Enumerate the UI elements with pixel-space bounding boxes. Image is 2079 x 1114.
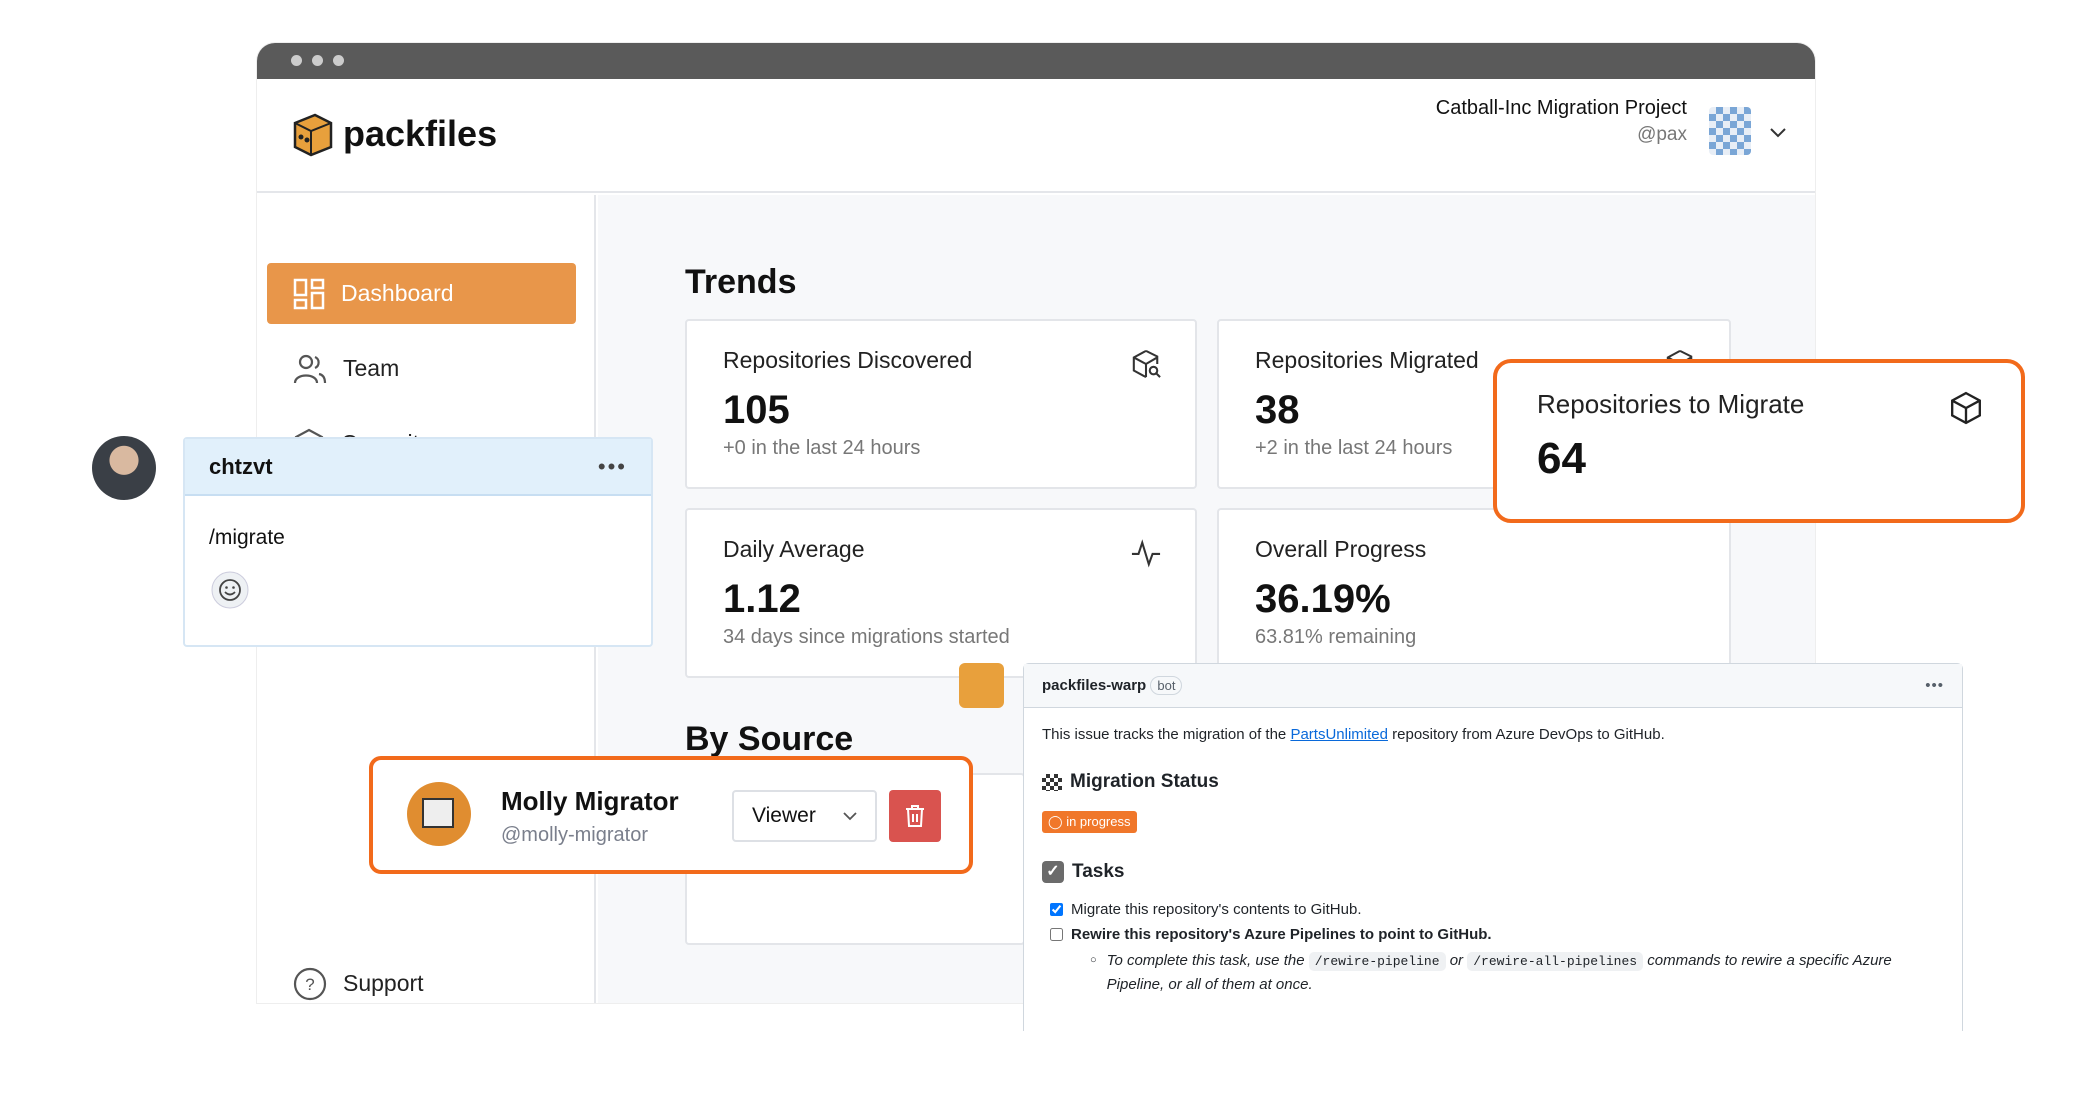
bot-avatar[interactable] — [959, 663, 1004, 708]
window-dot[interactable] — [333, 55, 344, 66]
project-name: Catball-Inc Migration Project — [1435, 97, 1687, 119]
team-icon — [293, 354, 327, 383]
note-text: or — [1445, 952, 1468, 969]
stat-card-discovered: Repositories Discovered 105 +0 in the la… — [685, 319, 1197, 489]
card-value: 1.12 — [723, 577, 801, 621]
command-code: /rewire-all-pipelines — [1467, 952, 1644, 971]
chat-message-text: /migrate — [209, 526, 285, 549]
activity-icon — [1131, 539, 1161, 568]
status-heading: Migration Status — [1042, 771, 1944, 793]
intro-text: repository from Azure DevOps to GitHub. — [1387, 726, 1665, 743]
chat-username[interactable]: chtzvt — [209, 454, 273, 480]
window-titlebar — [257, 43, 1815, 79]
app-header: packfiles Catball-Inc Migration Project … — [257, 79, 1815, 193]
note-text: To complete this task, use the — [1106, 952, 1309, 969]
task-item: Migrate this repository's contents to Gi… — [1050, 901, 1944, 918]
delete-member-button[interactable] — [889, 790, 941, 842]
task-list: Migrate this repository's contents to Gi… — [1042, 901, 1944, 996]
intro-text: This issue tracks the migration of the — [1042, 726, 1291, 743]
card-value: 64 — [1537, 434, 1586, 483]
task-item: Rewire this repository's Azure Pipelines… — [1050, 926, 1944, 943]
card-title: Daily Average — [723, 536, 865, 562]
member-name: Molly Migrator — [501, 786, 679, 816]
card-subtext: 34 days since migrations started — [723, 626, 1010, 648]
comment-author[interactable]: packfiles-warp — [1042, 677, 1146, 694]
stat-card-to-migrate: Repositories to Migrate 64 — [1493, 359, 2025, 523]
task-note: ○ To complete this task, use the /rewire-… — [1090, 952, 1892, 993]
tasks-heading-text: Tasks — [1072, 861, 1125, 882]
checkered-flag-icon — [1042, 773, 1062, 791]
brand-name: packfiles — [343, 113, 498, 154]
trends-heading: Trends — [685, 263, 797, 301]
role-value: Viewer — [752, 804, 816, 827]
avatar[interactable] — [1709, 107, 1751, 155]
chat-message: chtzvt ••• /migrate — [183, 437, 653, 647]
logo[interactable]: packfiles — [287, 109, 497, 159]
card-subtext: +0 in the last 24 hours — [723, 437, 921, 459]
more-options-icon[interactable]: ••• — [598, 454, 627, 480]
bot-comment: packfiles-warp bot ••• This issue tracks… — [1023, 663, 1963, 1031]
status-badge-text: in progress — [1066, 814, 1131, 829]
github-icon: ◯ — [1048, 814, 1063, 829]
sidebar-item-team[interactable]: Team — [267, 338, 576, 399]
status-heading-text: Migration Status — [1070, 771, 1219, 792]
check-box-icon: ✓ — [1042, 861, 1064, 883]
stat-card-daily-average: Daily Average 1.12 34 days since migrati… — [685, 508, 1197, 678]
help-icon: ? — [293, 967, 327, 1000]
repository-link[interactable]: PartsUnlimited — [1290, 726, 1388, 743]
chevron-down-icon[interactable] — [1769, 127, 1787, 139]
member-handle: @molly-migrator — [501, 824, 648, 846]
card-value: 36.19% — [1255, 577, 1391, 621]
card-value: 105 — [723, 388, 790, 432]
member-avatar — [407, 782, 471, 846]
window-dot[interactable] — [312, 55, 323, 66]
box-icon — [1951, 391, 1981, 425]
task-checkbox[interactable] — [1050, 903, 1063, 916]
card-subtext: 63.81% remaining — [1255, 626, 1417, 648]
dashboard-icon — [293, 278, 325, 309]
packfiles-logo-icon — [293, 113, 333, 157]
task-label: Rewire this repository's Azure Pipelines… — [1071, 926, 1492, 943]
chevron-down-icon — [843, 811, 857, 820]
status-badge: ◯ in progress — [1042, 811, 1137, 833]
user-avatar[interactable] — [92, 436, 156, 500]
stat-card-overall-progress: Overall Progress 36.19% 63.81% remaining — [1217, 508, 1731, 678]
sidebar-item-label: Dashboard — [341, 280, 454, 306]
task-label: Migrate this repository's contents to Gi… — [1071, 901, 1362, 918]
project-info[interactable]: Catball-Inc Migration Project @pax — [1436, 97, 1687, 146]
sidebar-item-support[interactable]: ? Support — [267, 953, 576, 1003]
by-source-heading: By Source — [685, 720, 854, 758]
sidebar-item-label: Support — [343, 970, 424, 996]
user-handle: @pax — [1637, 124, 1687, 145]
sidebar-item-label: Team — [343, 355, 400, 381]
trash-icon — [906, 805, 924, 827]
card-title: Repositories Discovered — [723, 347, 973, 373]
team-member-card: Molly Migrator @molly-migrator Viewer — [369, 756, 973, 874]
bot-badge: bot — [1150, 676, 1183, 695]
tasks-heading: ✓ Tasks — [1042, 861, 1944, 883]
card-title: Overall Progress — [1255, 536, 1427, 562]
task-checkbox[interactable] — [1050, 928, 1063, 941]
more-options-icon[interactable]: ••• — [1925, 677, 1944, 694]
emoji-reaction-icon[interactable] — [211, 571, 249, 609]
svg-text:?: ? — [305, 975, 314, 994]
sidebar-item-dashboard[interactable]: Dashboard — [267, 263, 576, 324]
box-search-icon — [1132, 349, 1161, 379]
window-dot[interactable] — [291, 55, 302, 66]
command-code: /rewire-pipeline — [1308, 952, 1446, 971]
role-select[interactable]: Viewer — [732, 790, 877, 842]
card-title: Repositories to Migrate — [1537, 389, 1805, 419]
